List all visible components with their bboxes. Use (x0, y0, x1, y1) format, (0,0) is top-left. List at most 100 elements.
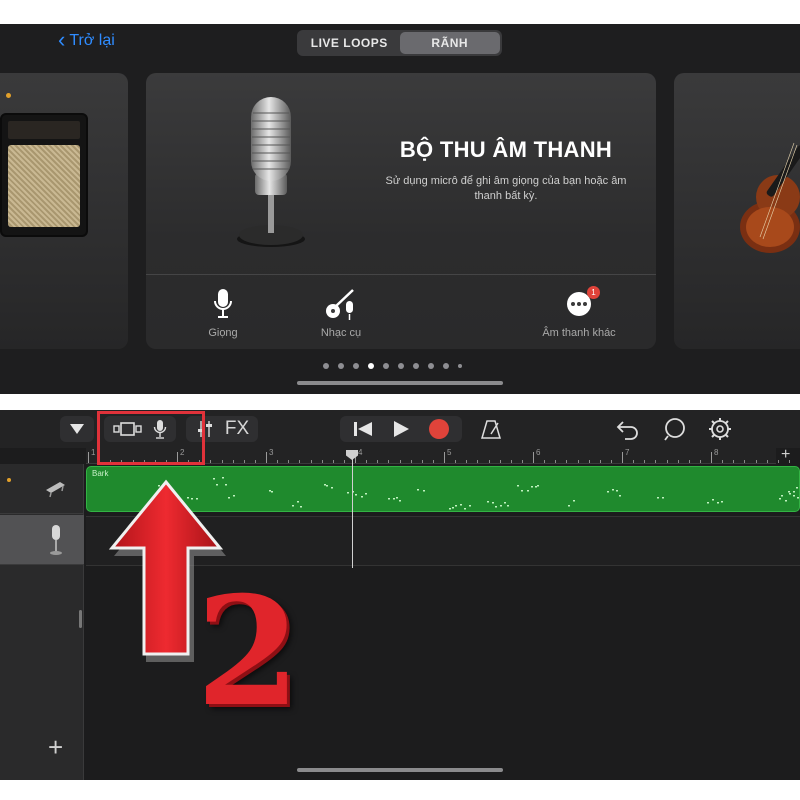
chevron-left-icon: ‹ (58, 27, 66, 52)
ruler-bar-number: 5 (447, 448, 452, 457)
track-header-synth[interactable] (0, 464, 84, 514)
midi-note (228, 497, 230, 499)
midi-note (789, 493, 791, 495)
amp-image (0, 113, 88, 237)
page-dot (413, 363, 419, 369)
option-instrument-label: Nhạc cụ (320, 327, 362, 339)
ruler-tick (288, 460, 290, 463)
back-button[interactable]: ‹ Trở lại (58, 27, 115, 52)
microphone-icon (173, 287, 273, 321)
midi-note (779, 498, 781, 500)
midi-note (568, 505, 570, 507)
option-voice[interactable]: Giọng (173, 287, 273, 339)
page-indicator[interactable] (323, 363, 462, 369)
midi-note (797, 497, 799, 499)
midi-note (495, 506, 497, 508)
ruler-bar-line (622, 452, 623, 463)
ruler-tick (299, 460, 301, 463)
midi-note (487, 501, 489, 503)
ruler-tick (432, 460, 434, 463)
microphone-icon (50, 525, 62, 555)
ruler-tick (766, 460, 768, 463)
home-indicator (297, 768, 503, 772)
midi-note (423, 490, 425, 492)
ruler-bar-number: 4 (358, 448, 363, 457)
keyboard-icon (46, 482, 65, 498)
midi-note (233, 495, 235, 497)
rewind-icon[interactable] (352, 420, 374, 438)
midi-note (527, 490, 529, 492)
loop-browser-icon[interactable] (662, 417, 688, 441)
ruler-tick (377, 460, 379, 463)
add-track-button[interactable]: + (48, 732, 63, 763)
card-title: BỘ THU ÂM THANH (399, 137, 613, 162)
midi-note (365, 493, 367, 495)
ruler-tick (633, 460, 635, 463)
record-icon[interactable] (428, 418, 450, 440)
ruler-tick (277, 460, 279, 463)
instrument-card-amp[interactable] (0, 73, 128, 349)
ruler-tick (655, 460, 657, 463)
midi-note (707, 502, 709, 504)
midi-note (271, 491, 273, 493)
midi-note (399, 500, 401, 502)
segment-live-loops[interactable]: LIVE LOOPS (299, 32, 400, 54)
gear-icon[interactable] (708, 417, 732, 441)
ruler-tick (221, 460, 223, 463)
fx-button[interactable]: FX (225, 418, 249, 440)
ruler-tick (499, 460, 501, 463)
midi-note (449, 508, 451, 510)
step-number: 2 (196, 564, 301, 740)
ruler-tick (332, 460, 334, 463)
transport-controls (340, 416, 462, 442)
instrument-card-audio-recorder[interactable]: BỘ THU ÂM THANH Sử dụng micrô để ghi âm … (146, 73, 656, 349)
ruler-tick (744, 460, 746, 463)
midi-note (297, 501, 299, 503)
card-divider (146, 274, 656, 275)
instrument-card-strings[interactable] (674, 73, 800, 349)
ruler-tick (733, 460, 735, 463)
midi-note (393, 498, 395, 500)
midi-note (492, 502, 494, 504)
ruler-tick (577, 460, 579, 463)
card-subtitle: Sử dụng micrô để ghi âm giọng của bạn ho… (385, 175, 627, 202)
play-icon[interactable] (392, 420, 410, 438)
midi-note (417, 489, 419, 491)
highlight-box (97, 411, 205, 465)
ruler-tick (521, 460, 523, 463)
scrollbar[interactable] (79, 610, 82, 628)
midi-note (785, 500, 787, 502)
midi-note (455, 505, 457, 507)
option-other-sounds-label: Âm thanh khác (542, 327, 616, 339)
ruler-bar-number: 1 (91, 448, 96, 457)
playhead[interactable] (352, 452, 353, 568)
midi-note (396, 497, 398, 499)
option-voice-label: Giọng (208, 327, 238, 339)
ruler-tick (488, 460, 490, 463)
add-section-button[interactable]: + (781, 446, 790, 464)
option-other-sounds[interactable]: 1 Âm thanh khác (529, 286, 629, 339)
midi-note (537, 485, 539, 487)
ruler-tick (254, 460, 256, 463)
ruler-tick (677, 460, 679, 463)
midi-note (531, 486, 533, 488)
browser-toggle-button[interactable] (60, 416, 94, 442)
undo-icon[interactable] (616, 418, 640, 440)
option-instrument[interactable]: Nhạc cụ (291, 287, 391, 339)
midi-note (712, 499, 714, 501)
segment-tracks[interactable]: RÃNH (399, 32, 500, 54)
ruler-tick (755, 460, 757, 463)
ruler-tick (666, 460, 668, 463)
track-header-audio-recorder[interactable] (0, 515, 84, 565)
midi-note (464, 508, 466, 510)
back-label: Trở lại (69, 32, 115, 49)
ruler-bar-number: 7 (625, 448, 630, 457)
ruler-tick (243, 460, 245, 463)
ruler-bar-number: 6 (536, 448, 541, 457)
metronome-icon[interactable] (480, 418, 502, 440)
more-icon: 1 (529, 286, 629, 321)
home-indicator (297, 381, 503, 385)
ruler-tick (310, 460, 312, 463)
midi-note (657, 497, 659, 499)
ruler-tick (610, 460, 612, 463)
